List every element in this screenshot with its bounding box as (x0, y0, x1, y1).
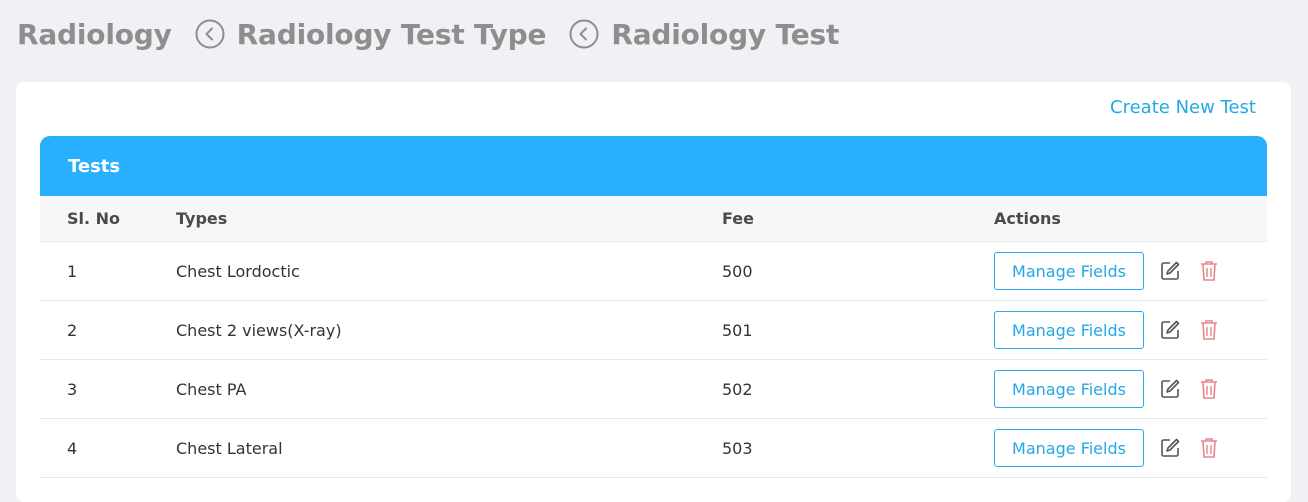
column-header-sl-no: Sl. No (67, 209, 121, 228)
cell-type: Chest Lordoctic (176, 261, 300, 281)
table-header-row: Sl. No Types Fee Actions (40, 196, 1267, 242)
cell-fee: 503 (722, 438, 753, 458)
edit-icon[interactable] (1158, 318, 1182, 342)
cell-type: Chest Lateral (176, 438, 283, 458)
table-header-bar: Tests (40, 136, 1267, 196)
cell-actions: Manage Fields (994, 311, 1267, 349)
column-header-fee: Fee (722, 209, 754, 228)
chevron-left-circle-icon[interactable] (569, 19, 599, 49)
edit-icon[interactable] (1158, 436, 1182, 460)
breadcrumb: Radiology Radiology Test Type Radiology … (17, 14, 839, 54)
trash-icon[interactable] (1197, 259, 1221, 283)
cell-sl-no: 1 (67, 261, 78, 281)
trash-icon[interactable] (1197, 377, 1221, 401)
cell-type: Chest PA (176, 379, 247, 399)
edit-icon[interactable] (1158, 259, 1182, 283)
cell-sl-no: 2 (67, 320, 78, 340)
trash-icon[interactable] (1197, 436, 1221, 460)
create-new-test-link[interactable]: Create New Test (1110, 97, 1256, 118)
edit-icon[interactable] (1158, 377, 1182, 401)
cell-fee: 500 (722, 261, 753, 281)
cell-actions: Manage Fields (994, 370, 1267, 408)
column-header-actions: Actions (994, 209, 1061, 228)
table-row: 2 Chest 2 views(X-ray) 501 Manage Fields (40, 301, 1267, 360)
cell-actions: Manage Fields (994, 429, 1267, 467)
cell-fee: 502 (722, 379, 753, 399)
breadcrumb-radiology-test: Radiology Test (611, 17, 840, 51)
table-row: 3 Chest PA 502 Manage Fields (40, 360, 1267, 419)
cell-actions: Manage Fields (994, 252, 1267, 290)
table-row: 4 Chest Lateral 503 Manage Fields (40, 419, 1267, 478)
manage-fields-button[interactable]: Manage Fields (994, 429, 1144, 467)
column-header-types: Types (176, 209, 228, 228)
breadcrumb-radiology-test-type[interactable]: Radiology Test Type (237, 18, 547, 51)
tests-card: Create New Test Tests Sl. No Types Fee A… (16, 82, 1291, 502)
trash-icon[interactable] (1197, 318, 1221, 342)
cell-type: Chest 2 views(X-ray) (176, 320, 342, 340)
cell-sl-no: 4 (67, 438, 78, 458)
cell-sl-no: 3 (67, 379, 78, 399)
table-row: 1 Chest Lordoctic 500 Manage Fields (40, 242, 1267, 301)
manage-fields-button[interactable]: Manage Fields (994, 311, 1144, 349)
tests-table: Sl. No Types Fee Actions 1 Chest Lordoct… (40, 196, 1267, 478)
table-title: Tests (68, 155, 121, 177)
manage-fields-button[interactable]: Manage Fields (994, 252, 1144, 290)
manage-fields-button[interactable]: Manage Fields (994, 370, 1144, 408)
breadcrumb-radiology[interactable]: Radiology (17, 18, 172, 51)
chevron-left-circle-icon[interactable] (195, 19, 225, 49)
cell-fee: 501 (722, 320, 753, 340)
